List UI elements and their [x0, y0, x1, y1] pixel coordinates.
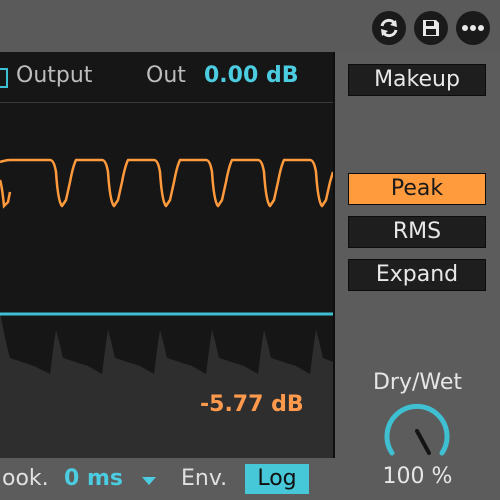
output-toggle-label[interactable]: Output: [16, 63, 92, 88]
expand-mode-button[interactable]: Expand: [348, 259, 486, 291]
input-waveform-start: [0, 179, 12, 209]
envelope-log-button[interactable]: Log: [245, 464, 309, 494]
dry-wet-knob[interactable]: [379, 397, 455, 463]
input-waveform: [0, 158, 333, 208]
lookahead-dropdown[interactable]: 0 ms: [64, 466, 123, 491]
display-header: Output Out 0.00 dB: [0, 52, 333, 103]
peak-mode-button[interactable]: Peak: [348, 173, 486, 205]
more-options-button[interactable]: [456, 11, 490, 45]
device-header: [0, 0, 500, 52]
gain-reduction-readout: -5.77 dB: [200, 392, 304, 417]
save-preset-button[interactable]: [414, 11, 448, 45]
dry-wet-label: Dry/Wet: [372, 370, 463, 395]
right-panel: Makeup Peak RMS Expand Dry/Wet 100 %: [335, 52, 500, 500]
out-gain-value[interactable]: 0.00 dB: [204, 63, 298, 88]
lookahead-label: ook.: [2, 466, 49, 491]
dry-wet-pointer: [415, 429, 431, 455]
gain-reduction-envelope: [0, 312, 333, 458]
hot-swap-icon: [380, 18, 398, 38]
envelope-label: Env.: [181, 466, 228, 491]
makeup-button[interactable]: Makeup: [348, 64, 486, 96]
compressor-display: Output Out 0.00 dB -5.77 dB: [0, 52, 335, 458]
output-toggle-checkbox[interactable]: [0, 68, 8, 88]
dry-wet-value: 100 %: [382, 464, 453, 489]
more-options-icon: [462, 25, 484, 31]
hot-swap-button[interactable]: [372, 11, 406, 45]
save-preset-icon: [423, 20, 439, 36]
out-gain-label: Out: [146, 63, 186, 88]
rms-mode-button[interactable]: RMS: [348, 216, 486, 248]
bottom-controls: ook. 0 ms Env. Log: [0, 458, 333, 500]
chevron-down-icon[interactable]: [142, 477, 156, 485]
